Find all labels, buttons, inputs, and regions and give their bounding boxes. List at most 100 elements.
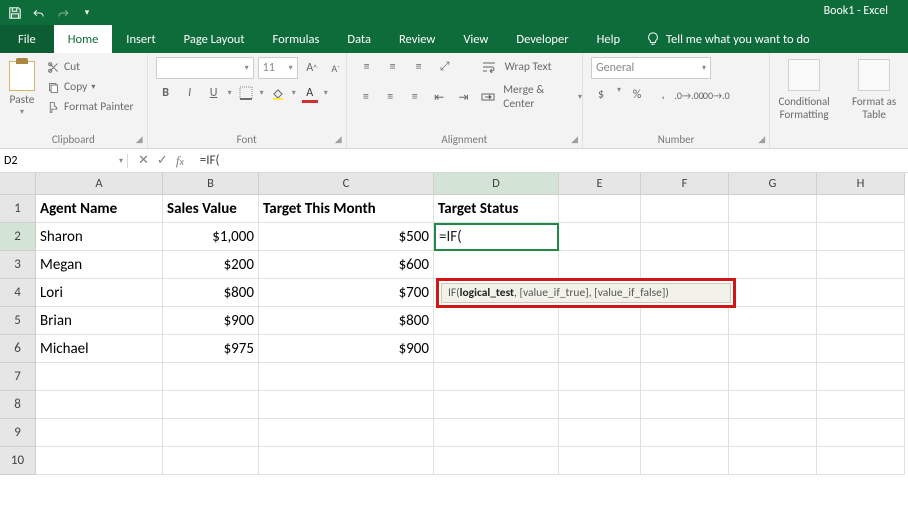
col-header-G[interactable]: G — [729, 173, 817, 195]
col-header-A[interactable]: A — [36, 173, 163, 195]
cell[interactable] — [559, 391, 641, 419]
cell[interactable] — [163, 419, 259, 447]
cell[interactable]: Sharon — [36, 223, 163, 251]
align-center-button[interactable]: ≡ — [381, 87, 399, 107]
col-header-E[interactable]: E — [559, 173, 641, 195]
fx-icon[interactable]: fx — [176, 153, 184, 169]
cell[interactable] — [36, 447, 163, 475]
cell[interactable] — [817, 195, 905, 223]
tab-review[interactable]: Review — [385, 25, 449, 53]
font-size-select[interactable]: 11▾ — [258, 57, 298, 79]
cell[interactable] — [729, 279, 817, 307]
cell[interactable] — [163, 363, 259, 391]
font-color-button[interactable]: A — [300, 83, 320, 103]
cell[interactable] — [559, 223, 641, 251]
formula-bar-input[interactable]: =IF( — [194, 153, 908, 168]
cell[interactable]: Lori — [36, 279, 163, 307]
cell[interactable] — [641, 447, 729, 475]
col-header-C[interactable]: C — [259, 173, 434, 195]
tab-file[interactable]: File — [0, 25, 54, 53]
wrap-text-button[interactable]: Wrap Text — [505, 60, 552, 74]
cell[interactable] — [259, 363, 434, 391]
increase-indent-button[interactable]: ⇥ — [454, 87, 472, 107]
cell[interactable] — [817, 307, 905, 335]
cell[interactable] — [729, 391, 817, 419]
cell[interactable]: Sales Value — [163, 195, 259, 223]
cell[interactable] — [434, 335, 559, 363]
percent-format-button[interactable]: % — [627, 85, 647, 105]
select-all-corner[interactable] — [0, 173, 36, 195]
cell[interactable] — [36, 363, 163, 391]
cell[interactable]: Brian — [36, 307, 163, 335]
cell[interactable] — [817, 391, 905, 419]
cell[interactable] — [163, 391, 259, 419]
italic-button[interactable]: I — [180, 83, 200, 103]
cell[interactable] — [729, 251, 817, 279]
align-middle-button[interactable]: ≡ — [383, 57, 403, 77]
row-header[interactable]: 4 — [0, 279, 36, 307]
fill-color-button[interactable] — [268, 83, 288, 103]
cell[interactable]: Megan — [36, 251, 163, 279]
col-header-D[interactable]: D — [434, 173, 559, 195]
cell[interactable] — [434, 251, 559, 279]
cell[interactable]: $900 — [163, 307, 259, 335]
cell[interactable] — [434, 419, 559, 447]
cell[interactable] — [434, 363, 559, 391]
row-header[interactable]: 2 — [0, 223, 36, 251]
cut-button[interactable]: Cut — [46, 57, 133, 77]
shrink-font-button[interactable]: Aˇ — [326, 58, 346, 78]
cell[interactable] — [729, 307, 817, 335]
align-bottom-button[interactable]: ≡ — [409, 57, 429, 77]
cell[interactable] — [729, 419, 817, 447]
cell-editing[interactable]: =IF( — [434, 223, 559, 251]
cell[interactable] — [259, 447, 434, 475]
cell[interactable] — [817, 363, 905, 391]
merge-center-button[interactable]: Merge & Center — [503, 83, 572, 111]
row-header[interactable]: 8 — [0, 391, 36, 419]
cell[interactable] — [729, 363, 817, 391]
enter-formula-button[interactable]: ✓ — [157, 153, 168, 168]
cell[interactable]: $500 — [259, 223, 434, 251]
cell[interactable] — [259, 419, 434, 447]
cell[interactable] — [434, 307, 559, 335]
cell[interactable] — [559, 251, 641, 279]
cell[interactable]: Target Status — [434, 195, 559, 223]
cell[interactable] — [641, 307, 729, 335]
col-header-H[interactable]: H — [817, 173, 905, 195]
decrease-indent-button[interactable]: ⇤ — [430, 87, 448, 107]
cell[interactable] — [729, 195, 817, 223]
cell[interactable] — [817, 223, 905, 251]
format-as-table-button[interactable]: Format as Table — [842, 59, 906, 148]
cell[interactable]: Michael — [36, 335, 163, 363]
spreadsheet-grid[interactable]: A B C D E F G H 1 Agent Name Sales Value… — [0, 173, 908, 475]
cell[interactable] — [434, 447, 559, 475]
cell[interactable] — [641, 251, 729, 279]
cell[interactable] — [559, 447, 641, 475]
cell[interactable] — [641, 391, 729, 419]
cell[interactable] — [817, 335, 905, 363]
tab-data[interactable]: Data — [333, 25, 385, 53]
bold-button[interactable]: B — [156, 83, 176, 103]
row-header[interactable]: 10 — [0, 447, 36, 475]
increase-decimal-button[interactable]: .0→.00 — [679, 85, 699, 105]
row-header[interactable]: 6 — [0, 335, 36, 363]
format-painter-button[interactable]: Format Painter — [46, 97, 133, 117]
cell[interactable]: $600 — [259, 251, 434, 279]
cell[interactable] — [729, 223, 817, 251]
cell[interactable] — [259, 391, 434, 419]
cell[interactable] — [559, 363, 641, 391]
cell[interactable] — [641, 223, 729, 251]
cell[interactable] — [36, 419, 163, 447]
cell[interactable] — [641, 195, 729, 223]
border-button[interactable] — [236, 83, 256, 103]
font-name-select[interactable]: ▾ — [156, 57, 254, 79]
copy-button[interactable]: Copy ▾ — [46, 77, 133, 97]
cell[interactable] — [729, 447, 817, 475]
tab-insert[interactable]: Insert — [112, 25, 169, 53]
align-top-button[interactable]: ≡ — [357, 57, 377, 77]
tab-developer[interactable]: Developer — [502, 25, 582, 53]
cell[interactable] — [559, 195, 641, 223]
cell[interactable]: $200 — [163, 251, 259, 279]
col-header-B[interactable]: B — [163, 173, 259, 195]
tell-me[interactable]: Tell me what you want to do — [634, 25, 810, 53]
